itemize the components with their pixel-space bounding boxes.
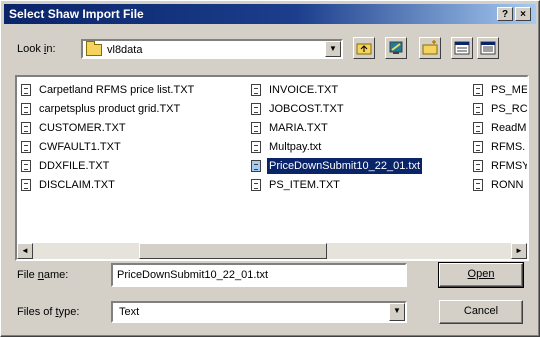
text-file-icon xyxy=(473,103,483,115)
title-bar[interactable]: Select Shaw Import File ? × xyxy=(4,4,536,24)
new-folder-icon xyxy=(422,40,438,55)
open-button-label: Open xyxy=(467,268,495,280)
close-button[interactable]: × xyxy=(515,7,531,21)
text-file-icon xyxy=(21,103,31,115)
text-file-icon xyxy=(473,141,483,153)
text-file-icon xyxy=(21,141,31,153)
file-name-label: File name: xyxy=(17,269,69,281)
text-file-icon xyxy=(251,122,261,134)
window-title: Select Shaw Import File xyxy=(9,7,144,21)
text-file-icon xyxy=(21,84,31,96)
desktop-icon xyxy=(389,41,403,54)
details-view-icon xyxy=(480,41,496,55)
look-in-label: Look in: xyxy=(17,43,56,55)
text-file-icon xyxy=(473,179,483,191)
text-file-icon xyxy=(473,160,483,172)
text-file-icon xyxy=(473,122,483,134)
list-view-button[interactable] xyxy=(451,37,473,59)
scroll-thumb[interactable] xyxy=(139,243,327,259)
horizontal-scrollbar[interactable]: ◄ ► xyxy=(17,243,527,259)
chevron-down-icon[interactable]: ▼ xyxy=(389,303,405,321)
look-in-dropdown[interactable]: vl8data ▼ xyxy=(81,39,343,59)
files-of-type-dropdown[interactable]: Text ▼ xyxy=(111,301,407,323)
scroll-right-button[interactable]: ► xyxy=(511,243,527,259)
select-file-dialog: Select Shaw Import File ? × Look in: vl8… xyxy=(0,0,540,337)
files-of-type-value: Text xyxy=(119,306,140,318)
up-folder-button[interactable] xyxy=(353,37,375,59)
text-file-icon xyxy=(473,84,483,96)
cancel-button[interactable]: Cancel xyxy=(439,300,523,324)
text-file-icon xyxy=(251,103,261,115)
text-file-icon xyxy=(251,179,261,191)
files-of-type-label: Files of type: xyxy=(17,306,80,318)
file-name-value: PriceDownSubmit10_22_01.txt xyxy=(117,269,269,281)
desktop-button[interactable] xyxy=(385,37,407,59)
list-view-icon xyxy=(454,41,470,55)
text-file-icon xyxy=(251,160,261,172)
text-file-icon xyxy=(21,122,31,134)
folder-icon xyxy=(86,41,102,56)
look-in-value: vl8data xyxy=(107,44,143,56)
help-button[interactable]: ? xyxy=(497,7,513,21)
chevron-down-icon[interactable]: ▼ xyxy=(325,41,341,57)
scroll-left-button[interactable]: ◄ xyxy=(17,243,33,259)
details-view-button[interactable] xyxy=(477,37,499,59)
text-file-icon xyxy=(251,84,261,96)
new-folder-button[interactable] xyxy=(419,37,441,59)
text-file-icon xyxy=(21,179,31,191)
text-file-icon xyxy=(251,141,261,153)
text-file-icon xyxy=(21,160,31,172)
file-list[interactable]: Carpetland RFMS price list.TXT carpetspl… xyxy=(15,75,529,261)
up-folder-icon xyxy=(356,43,372,55)
open-button[interactable]: Open xyxy=(438,262,524,288)
file-name-input[interactable]: PriceDownSubmit10_22_01.txt xyxy=(111,263,407,287)
